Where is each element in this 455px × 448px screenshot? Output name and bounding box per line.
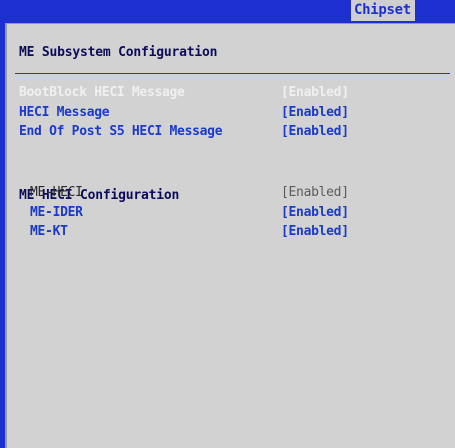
setting-row-me-ider[interactable]: ME-IDER [Enabled]	[30, 204, 450, 221]
settings-panel: ME Subsystem Configuration BootBlock HEC…	[5, 23, 455, 448]
setting-row-bootblock-heci[interactable]: BootBlock HECI Message [Enabled]	[19, 84, 449, 101]
setting-row-me-heci[interactable]: ME-HECI [Enabled]	[30, 184, 450, 201]
title-divider	[15, 73, 450, 74]
setting-label: BootBlock HECI Message	[19, 85, 185, 100]
setting-label: HECI Message	[19, 105, 110, 120]
setting-label: ME-IDER	[30, 205, 83, 220]
setting-label: End Of Post S5 HECI Message	[19, 124, 223, 139]
setting-row-me-kt[interactable]: ME-KT [Enabled]	[30, 223, 450, 240]
setting-row-end-of-post[interactable]: End Of Post S5 HECI Message [Enabled]	[19, 123, 449, 140]
setting-value[interactable]: [Enabled]	[281, 104, 349, 121]
page-title: ME Subsystem Configuration	[19, 45, 218, 60]
bios-screen: Chipset ME Subsystem Configuration BootB…	[0, 0, 455, 448]
setting-value[interactable]: [Enabled]	[281, 123, 349, 140]
setting-label: ME-HECI	[30, 185, 83, 200]
setting-label: ME-KT	[30, 224, 68, 239]
setting-row-heci-message[interactable]: HECI Message [Enabled]	[19, 104, 449, 121]
setting-value[interactable]: [Enabled]	[281, 204, 349, 221]
setting-value[interactable]: [Enabled]	[281, 223, 349, 240]
setting-value[interactable]: [Enabled]	[281, 84, 349, 101]
setting-value: [Enabled]	[281, 185, 349, 200]
top-menu-bar: Chipset	[0, 0, 455, 21]
tab-chipset[interactable]: Chipset	[351, 0, 415, 21]
